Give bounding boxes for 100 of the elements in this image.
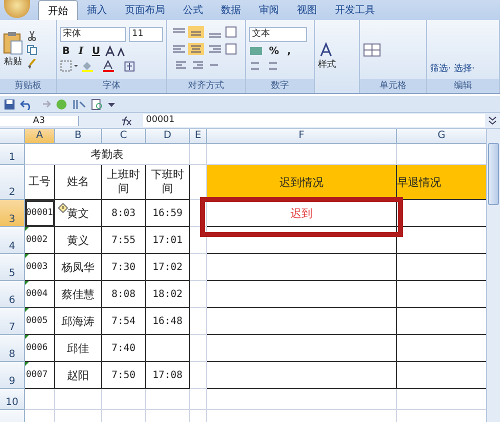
ribbon-tab[interactable]: 视图 (288, 0, 326, 20)
table-cell: 18:02 (146, 281, 190, 308)
table-cell (25, 389, 55, 410)
error-marker-icon (25, 227, 29, 231)
table-cell (190, 362, 207, 389)
error-marker-icon (25, 362, 29, 366)
ribbon-tab[interactable]: 审阅 (250, 0, 288, 20)
table-cell: 7:55 (102, 227, 146, 254)
save-icon[interactable] (4, 98, 15, 110)
table-cell: 16:48 (146, 308, 190, 335)
row-header[interactable]: 10 (0, 389, 25, 410)
number-format-button[interactable]: % (268, 46, 280, 56)
error-marker-icon (25, 335, 29, 339)
format-button[interactable]: U (90, 46, 102, 56)
table-cell: 16:59 (146, 200, 190, 227)
table-cell: 0006 (25, 335, 55, 362)
column-header[interactable]: D (146, 129, 190, 144)
group-label: 剪贴板 (0, 79, 56, 93)
table-cell (190, 254, 207, 281)
row-header[interactable]: 8 (0, 335, 25, 362)
column-header[interactable]: B (55, 129, 102, 144)
row-header[interactable]: 9 (0, 362, 25, 389)
row-header[interactable]: 5 (0, 254, 25, 281)
table-cell (190, 144, 207, 165)
group-label: 数字 (246, 79, 314, 93)
number-format-button[interactable]: , (283, 46, 295, 56)
format-button[interactable]: B (60, 46, 72, 56)
error-marker-icon (25, 254, 29, 258)
column-heading: 下班时间 (146, 165, 190, 200)
column-heading: 上班时间 (102, 165, 146, 200)
group-label: 单元格 (360, 79, 426, 93)
group-label: 编辑 (427, 79, 499, 93)
paste-button[interactable]: 粘贴 (3, 31, 23, 68)
ribbon-tab[interactable]: 插入 (78, 0, 116, 20)
table-cell: 杨凤华 (55, 254, 102, 281)
table-cell: 蔡佳慧 (55, 281, 102, 308)
group-label: 字体 (57, 79, 166, 93)
font-size-field[interactable]: 11 (129, 27, 163, 42)
scroll-thumb[interactable] (488, 143, 499, 205)
clipboard-icon (3, 31, 23, 55)
table-cell (102, 389, 146, 410)
styles-button[interactable]: 样式 (318, 42, 336, 71)
preview-icon[interactable] (91, 98, 103, 110)
expand-icon[interactable] (488, 116, 497, 125)
editing-button[interactable]: 选择· (454, 62, 475, 75)
table-cell: 7:50 (102, 362, 146, 389)
ribbon-tab[interactable]: 页面布局 (116, 0, 174, 20)
table-cell: 迟到 (207, 200, 397, 227)
column-header[interactable]: A (25, 129, 55, 144)
table-cell: 17:02 (146, 254, 190, 281)
row-header[interactable]: 2 (0, 165, 25, 200)
number-format-field[interactable]: 文本 (249, 27, 307, 42)
ribbon-tab[interactable]: 开始 (38, 0, 78, 20)
column-header[interactable]: C (102, 129, 146, 144)
ribbon-tab[interactable]: 数据 (212, 0, 250, 20)
table-cell: 赵阳 (55, 362, 102, 389)
group-label: 对齐方式 (167, 79, 245, 93)
formula-field[interactable]: 00001 (143, 114, 485, 127)
ribbon-tab[interactable]: 开发工具 (326, 0, 384, 20)
format-button[interactable]: I (75, 46, 87, 56)
table-cell (190, 281, 207, 308)
error-marker-icon (25, 308, 29, 312)
column-header[interactable]: F (207, 129, 397, 144)
row-header[interactable]: 4 (0, 227, 25, 254)
row-header[interactable]: 1 (0, 144, 25, 165)
row-header[interactable]: 3 (0, 200, 25, 227)
ribbon-tab[interactable]: 公式 (174, 0, 212, 20)
cells-icon[interactable] (363, 42, 381, 56)
table-cell: 0004 (25, 281, 55, 308)
name-box[interactable]: A3 (0, 116, 79, 126)
error-marker-icon (25, 281, 29, 285)
column-header[interactable]: E (190, 129, 207, 144)
table-cell (146, 389, 190, 410)
table-cell: 8:08 (102, 281, 146, 308)
table-cell (190, 335, 207, 362)
row-header[interactable]: 7 (0, 308, 25, 335)
row-header[interactable]: 6 (0, 281, 25, 308)
table-cell: 0005 (25, 308, 55, 335)
table-cell: 17:08 (146, 362, 190, 389)
column-heading: 工号 (25, 165, 55, 200)
table-cell (146, 335, 190, 362)
vertical-scrollbar[interactable] (486, 129, 500, 422)
warning-tag-icon[interactable] (58, 203, 68, 213)
editing-button[interactable]: 筛选· (430, 62, 451, 75)
table-cell (190, 389, 207, 410)
table-cell (55, 389, 102, 410)
table-cell: 8:03 (102, 200, 146, 227)
table-cell: 7:30 (102, 254, 146, 281)
border-icon[interactable] (60, 60, 78, 72)
column-header[interactable]: G (397, 129, 486, 144)
table-cell (190, 308, 207, 335)
table-cell: 0003 (25, 254, 55, 281)
scissors-icon[interactable] (27, 30, 37, 40)
table-cell: 7:40 (102, 335, 146, 362)
font-name-field[interactable]: 宋体 (60, 27, 126, 42)
dropdown-icon[interactable] (108, 101, 115, 107)
copy-icon[interactable] (27, 44, 37, 54)
brush-icon[interactable] (27, 58, 37, 68)
table-cell: 黄文 (55, 200, 102, 227)
table-cell: 7:54 (102, 308, 146, 335)
